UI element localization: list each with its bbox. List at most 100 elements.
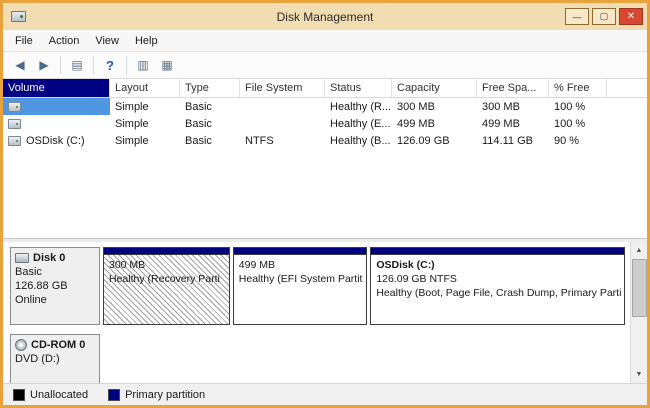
menu-item-file[interactable]: File <box>7 32 41 50</box>
type-cell: Basic <box>180 115 240 132</box>
column-header-type[interactable]: Type <box>180 79 240 97</box>
layout-cell: Simple <box>110 98 180 115</box>
disk0-partitions: 300 MB Healthy (Recovery Parti 499 MB He… <box>103 247 625 325</box>
toolbar-separator <box>93 56 94 74</box>
close-button[interactable]: ✕ <box>619 8 643 25</box>
column-header-capacity[interactable]: Capacity <box>392 79 477 97</box>
disk0-kind: Basic <box>15 265 95 279</box>
file-system-cell: NTFS <box>240 132 325 149</box>
volume-cell[interactable] <box>3 115 110 132</box>
primary-partition-strip <box>234 248 367 255</box>
cdrom0-name: CD-ROM 0 <box>31 338 85 352</box>
pct-free-cell: 100 % <box>549 98 607 115</box>
toolbar-separator <box>126 56 127 74</box>
window-title: Disk Management <box>3 10 647 24</box>
menu-item-view[interactable]: View <box>87 32 127 50</box>
disk0-name: Disk 0 <box>33 251 65 265</box>
pct-free-cell: 100 % <box>549 115 607 132</box>
scroll-down-icon[interactable]: ▼ <box>631 366 648 383</box>
window-controls: — ▢ ✕ <box>565 8 643 25</box>
status-cell: Healthy (E... <box>325 115 392 132</box>
column-header-status[interactable]: Status <box>325 79 392 97</box>
legend-primary-partition: Primary partition <box>108 389 205 401</box>
primary-partition-strip <box>371 248 623 255</box>
partition-status: Healthy (Boot, Page File, Crash Dump, Pr… <box>376 286 618 300</box>
titlebar[interactable]: Disk Management — ▢ ✕ <box>3 3 647 30</box>
graphical-view-icon[interactable]: ▦ <box>156 55 178 76</box>
partition-size: 300 MB <box>109 258 224 272</box>
toolbar: ◀ ▶ ▤ ? ▥ ▦ <box>3 52 647 79</box>
cdrom0-header[interactable]: CD-ROM 0 DVD (D:) <box>10 334 100 383</box>
menubar: File Action View Help <box>3 30 647 52</box>
type-cell: Basic <box>180 132 240 149</box>
table-row[interactable]: Simple Basic Healthy (E... 499 MB 499 MB… <box>3 115 647 132</box>
primary-partition-swatch-icon <box>108 389 120 401</box>
status-cell: Healthy (R... <box>325 98 392 115</box>
file-system-cell <box>240 115 325 132</box>
disk-management-window: Disk Management — ▢ ✕ File Action View H… <box>0 0 650 408</box>
legend-label: Unallocated <box>30 389 88 401</box>
partition-efi[interactable]: 499 MB Healthy (EFI System Partit <box>233 247 368 325</box>
partition-body-selected: 300 MB Healthy (Recovery Parti <box>104 255 229 324</box>
back-icon[interactable]: ◀ <box>9 55 31 76</box>
table-row[interactable]: OSDisk (C:) Simple Basic NTFS Healthy (B… <box>3 132 647 149</box>
partition-name: OSDisk (C:) <box>376 258 618 272</box>
partition-osdisk[interactable]: OSDisk (C:) 126.09 GB NTFS Healthy (Boot… <box>370 247 624 325</box>
disk0-header[interactable]: Disk 0 Basic 126.88 GB Online <box>10 247 100 325</box>
file-system-cell <box>240 98 325 115</box>
volume-list-pane: Volume Layout Type File System Status Ca… <box>3 79 647 239</box>
disk-list-view-icon[interactable]: ▥ <box>132 55 154 76</box>
free-space-cell: 300 MB <box>477 98 549 115</box>
scroll-thumb[interactable] <box>632 259 647 317</box>
cdrom0-kind: DVD (D:) <box>15 352 95 366</box>
layout-cell: Simple <box>110 132 180 149</box>
help-icon[interactable]: ? <box>99 55 121 76</box>
column-header-volume[interactable]: Volume <box>3 79 110 97</box>
free-space-cell: 499 MB <box>477 115 549 132</box>
capacity-cell: 126.09 GB <box>392 132 477 149</box>
vertical-scrollbar[interactable]: ▲ ▼ <box>630 242 647 383</box>
disk-drive-icon <box>15 253 29 263</box>
scroll-track[interactable] <box>631 259 648 366</box>
show-console-tree-icon[interactable]: ▤ <box>66 55 88 76</box>
minimize-button[interactable]: — <box>565 8 589 25</box>
volume-icon <box>8 119 21 129</box>
disk0-status: Online <box>15 293 95 307</box>
legend-label: Primary partition <box>125 389 205 401</box>
partition-body: OSDisk (C:) 126.09 GB NTFS Healthy (Boot… <box>371 255 623 324</box>
column-header-layout[interactable]: Layout <box>110 79 180 97</box>
column-header-free-space[interactable]: Free Spa... <box>477 79 549 97</box>
maximize-button[interactable]: ▢ <box>592 8 616 25</box>
status-cell: Healthy (B... <box>325 132 392 149</box>
graphical-view-pane: Disk 0 Basic 126.88 GB Online 300 MB Hea… <box>3 242 647 383</box>
disk0-row: Disk 0 Basic 126.88 GB Online 300 MB Hea… <box>10 247 624 325</box>
menu-item-help[interactable]: Help <box>127 32 166 50</box>
volume-cell[interactable] <box>3 98 110 115</box>
partition-recovery[interactable]: 300 MB Healthy (Recovery Parti <box>103 247 230 325</box>
legend-bar: Unallocated Primary partition <box>3 383 647 405</box>
toolbar-separator <box>60 56 61 74</box>
cd-rom-icon <box>15 339 27 351</box>
volume-cell[interactable]: OSDisk (C:) <box>3 132 110 149</box>
capacity-cell: 499 MB <box>392 115 477 132</box>
free-space-cell: 114.11 GB <box>477 132 549 149</box>
cdrom0-row: CD-ROM 0 DVD (D:) <box>10 334 624 383</box>
legend-unallocated: Unallocated <box>13 389 88 401</box>
column-header-pct-free[interactable]: % Free <box>549 79 607 97</box>
partition-size: 499 MB <box>239 258 362 272</box>
menu-item-action[interactable]: Action <box>41 32 88 50</box>
primary-partition-strip <box>104 248 229 255</box>
forward-icon[interactable]: ▶ <box>33 55 55 76</box>
disk0-size: 126.88 GB <box>15 279 95 293</box>
partition-body: 499 MB Healthy (EFI System Partit <box>234 255 367 324</box>
disk0-title: Disk 0 <box>15 251 95 265</box>
partition-status: Healthy (EFI System Partit <box>239 272 362 286</box>
scroll-up-icon[interactable]: ▲ <box>631 242 648 259</box>
volume-icon <box>8 136 21 146</box>
column-header-file-system[interactable]: File System <box>240 79 325 97</box>
volume-icon <box>8 102 21 112</box>
partition-size: 126.09 GB NTFS <box>376 272 618 286</box>
table-row[interactable]: Simple Basic Healthy (R... 300 MB 300 MB… <box>3 98 647 115</box>
layout-cell: Simple <box>110 115 180 132</box>
pct-free-cell: 90 % <box>549 132 607 149</box>
